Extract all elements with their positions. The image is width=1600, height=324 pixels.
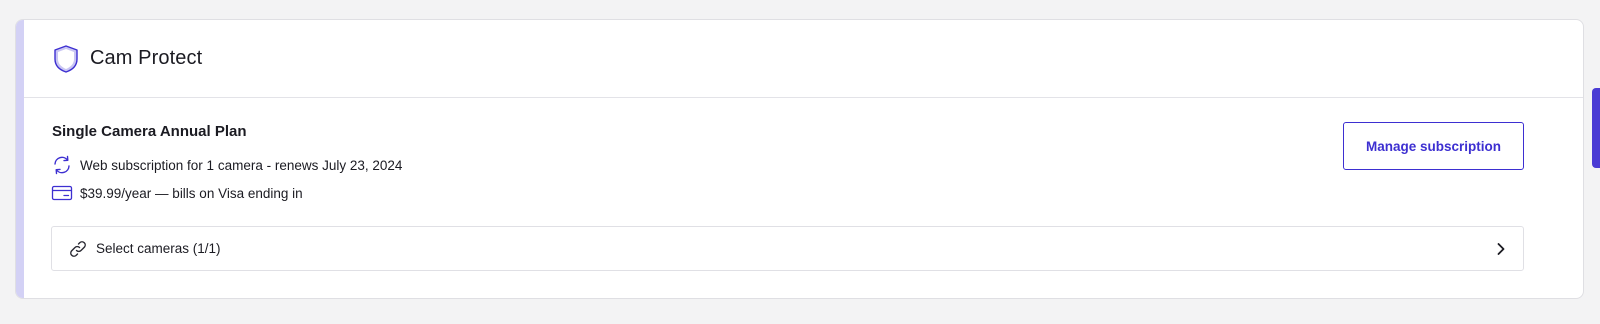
- link-icon: [67, 238, 89, 260]
- chevron-right-icon: [1493, 240, 1509, 258]
- card-title: Cam Protect: [90, 47, 203, 69]
- card-accent-bar: [16, 20, 24, 298]
- billing-text: $39.99/year — bills on Visa ending in: [80, 185, 303, 201]
- cam-protect-card: Cam Protect Single Camera Annual Plan We…: [15, 19, 1584, 299]
- renewal-text: Web subscription for 1 camera - renews J…: [80, 157, 403, 173]
- manage-subscription-button[interactable]: Manage subscription: [1343, 122, 1524, 170]
- credit-card-icon: [51, 183, 73, 203]
- renewal-row: Web subscription for 1 camera - renews J…: [51, 155, 402, 175]
- scrollbar-thumb[interactable]: [1592, 88, 1600, 168]
- shield-icon: [52, 44, 80, 74]
- billing-row: $39.99/year — bills on Visa ending in: [51, 183, 303, 203]
- refresh-icon: [51, 155, 73, 175]
- select-cameras-label: Select cameras (1/1): [96, 241, 221, 256]
- select-cameras-row[interactable]: Select cameras (1/1): [51, 226, 1524, 271]
- plan-name: Single Camera Annual Plan: [52, 123, 247, 140]
- card-header: Cam Protect: [24, 20, 1583, 98]
